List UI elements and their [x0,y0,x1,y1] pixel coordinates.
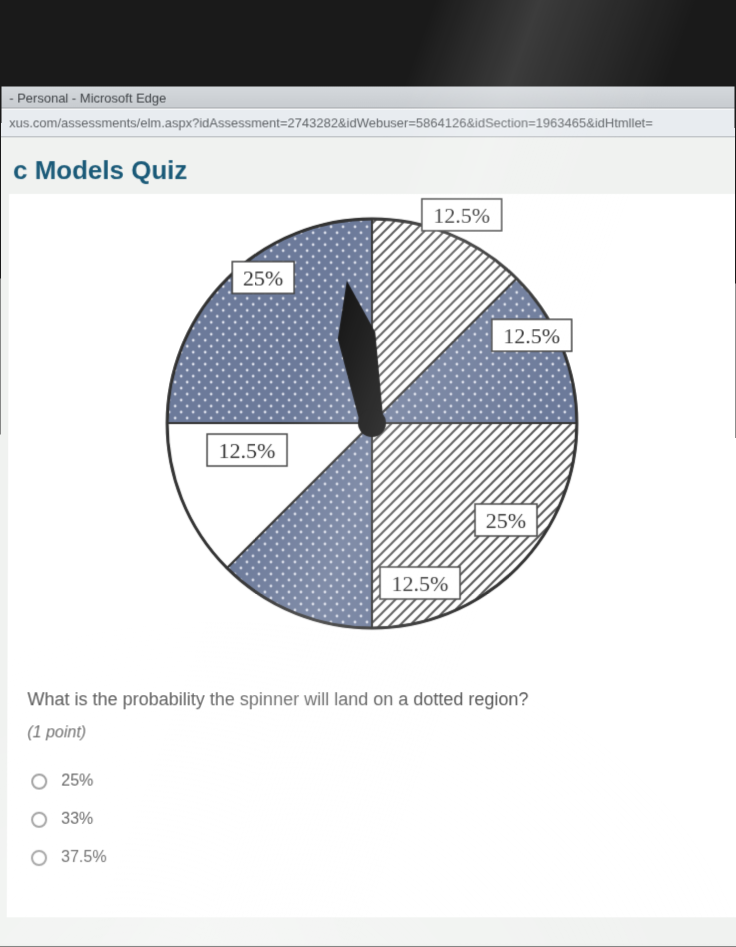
points-label: (1 point) [27,724,716,742]
option-c[interactable]: 37.5% [27,839,717,877]
svg-text:12.5%: 12.5% [503,323,560,348]
quiz-title: c Models Quiz [9,155,735,186]
radio-icon [31,774,47,790]
svg-text:25%: 25% [486,508,526,533]
radio-icon [31,850,47,866]
page-content: c Models Quiz [0,137,736,943]
spinner-figure: 12.5% 12.5% 25% 12.5% 12.5% 25% [28,194,717,673]
option-label: 37.5% [61,849,107,867]
url-text: xus.com/assessments/elm.aspx?idAssessmen… [9,115,653,130]
question-text: What is the probability the spinner will… [27,689,716,710]
window-titlebar: - Personal - Microsoft Edge [1,87,734,109]
spinner-svg: 12.5% 12.5% 25% 12.5% 12.5% 25% [142,194,603,653]
svg-text:12.5%: 12.5% [433,203,490,228]
question-area: 12.5% 12.5% 25% 12.5% 12.5% 25% What is the p… [7,194,736,917]
option-label: 25% [61,773,93,791]
svg-text:25%: 25% [243,266,283,291]
address-bar[interactable]: xus.com/assessments/elm.aspx?idAssessmen… [1,109,735,138]
svg-text:12.5%: 12.5% [392,571,449,596]
window-title: - Personal - Microsoft Edge [9,91,166,106]
option-b[interactable]: 33% [27,801,717,839]
svg-text:12.5%: 12.5% [219,438,276,463]
answer-options: 25% 33% 37.5% [27,762,717,877]
option-a[interactable]: 25% [27,762,717,800]
radio-icon [31,812,47,828]
option-label: 33% [61,811,93,829]
